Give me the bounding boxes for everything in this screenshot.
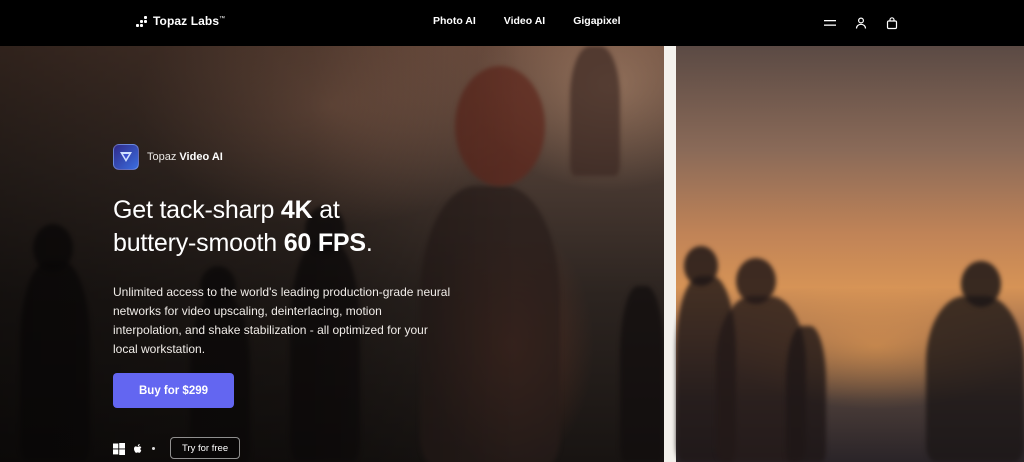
video-ai-app-icon (113, 144, 139, 170)
apple-icon (132, 442, 144, 454)
brand-name: Topaz Labs™ (153, 14, 226, 28)
product-name: Topaz Video AI (147, 151, 223, 163)
brand-logo[interactable]: Topaz Labs™ (136, 14, 225, 28)
menu-icon[interactable] (823, 16, 837, 30)
nav-link-photo-ai[interactable]: Photo AI (433, 15, 476, 27)
buy-button[interactable]: Buy for $299 (113, 373, 234, 408)
hero-section: Topaz Video AI Get tack-sharp 4K at butt… (0, 46, 1024, 462)
user-icon[interactable] (854, 16, 868, 30)
top-nav: Topaz Labs™ Photo AI Video AI Gigapixel (0, 0, 1024, 46)
topaz-logo-icon (136, 15, 147, 27)
nav-link-gigapixel[interactable]: Gigapixel (573, 15, 620, 27)
hero-headline: Get tack-sharp 4K at buttery-smooth 60 F… (113, 196, 373, 257)
comparison-slider-handle[interactable] (664, 46, 676, 462)
platform-row: Try for free (113, 437, 241, 459)
nav-link-video-ai[interactable]: Video AI (504, 15, 545, 27)
nav-actions (823, 16, 899, 30)
windows-icon (113, 442, 125, 455)
product-label: Topaz Video AI (113, 144, 223, 170)
try-free-button[interactable]: Try for free (170, 437, 241, 459)
product-nav: Photo AI Video AI Gigapixel (433, 15, 620, 27)
shopping-bag-icon[interactable] (885, 16, 899, 30)
separator-dot (152, 446, 155, 450)
hero-description: Unlimited access to the world's leading … (113, 285, 451, 356)
hero-image-after (676, 46, 1024, 462)
